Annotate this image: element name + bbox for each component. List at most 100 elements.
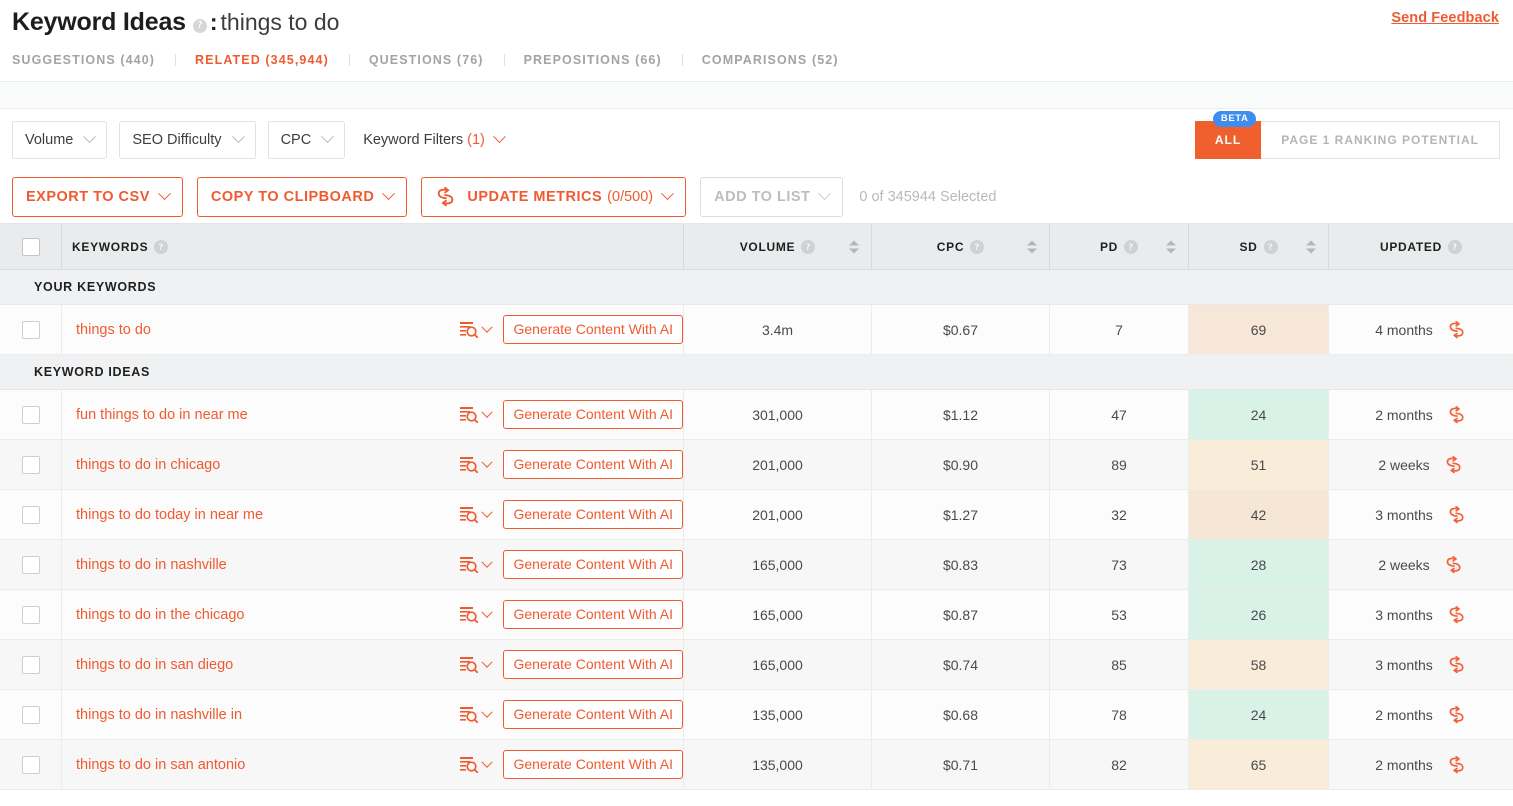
generate-content-with-ai-button[interactable]: Generate Content With AI [503,400,683,429]
tab-comparisons[interactable]: COMPARISONS (52) [681,53,859,67]
refresh-icon[interactable] [1447,705,1467,724]
keyword-link[interactable]: things to do today in near me [76,507,263,523]
table-row[interactable]: things to do in nashville in Generate Con… [0,690,1513,740]
help-icon[interactable]: ? [970,239,985,254]
toggle-page1-ranking-potential[interactable]: PAGE 1 RANKING POTENTIAL [1261,121,1500,159]
row-checkbox[interactable] [21,455,40,474]
filter-cpc[interactable]: CPC [267,121,346,159]
chevron-down-icon[interactable] [481,606,494,618]
tab-prepositions[interactable]: PREPOSITIONS (66) [503,53,682,67]
sort-sd-icon[interactable] [1306,240,1316,253]
table-row[interactable]: things to do in san diego Generate Conten… [0,640,1513,690]
column-header-updated[interactable]: UPDATED ? [1329,224,1513,269]
row-checkbox[interactable] [21,320,40,339]
filter-keyword-filters[interactable]: Keyword Filters (1) [363,130,506,148]
generate-content-with-ai-button[interactable]: Generate Content With AI [503,315,683,344]
help-icon[interactable]: ? [1448,239,1462,254]
table-row[interactable]: fun things to do in near me Generate Cont… [0,390,1513,440]
row-checkbox[interactable] [21,655,40,674]
keyword-link[interactable]: things to do in the chicago [76,607,244,623]
generate-content-with-ai-button[interactable]: Generate Content With AI [503,600,683,629]
serp-analysis-icon[interactable] [460,656,479,673]
generate-content-with-ai-button[interactable]: Generate Content With AI [503,650,683,679]
updated-cell: 2 months [1329,390,1513,439]
sort-cpc-icon[interactable] [1027,240,1037,253]
generate-content-with-ai-button[interactable]: Generate Content With AI [503,500,683,529]
refresh-icon[interactable] [1444,555,1464,574]
refresh-icon[interactable] [1447,505,1467,524]
chevron-down-icon[interactable] [481,756,494,768]
help-icon[interactable]: ? [1124,239,1139,254]
keyword-link[interactable]: things to do in san antonio [76,757,245,773]
update-metrics-button[interactable]: UPDATE METRICS (0/500) [421,177,687,217]
table-row[interactable]: things to do today in near me Generate Co… [0,490,1513,540]
select-all-checkbox[interactable] [21,237,40,256]
keyword-link[interactable]: things to do [76,322,151,338]
generate-content-with-ai-button[interactable]: Generate Content With AI [503,750,683,779]
export-to-csv-button[interactable]: EXPORT TO CSV [12,177,183,217]
updated-cell: 3 months [1329,490,1513,539]
tab-questions[interactable]: QUESTIONS (76) [348,53,504,67]
help-icon[interactable]: ? [192,18,207,33]
row-checkbox[interactable] [21,755,40,774]
help-icon[interactable]: ? [154,239,169,254]
refresh-icon[interactable] [1447,605,1467,624]
sort-pd-icon[interactable] [1166,240,1176,253]
column-header-volume[interactable]: VOLUME ? [684,224,872,269]
row-checkbox[interactable] [21,605,40,624]
chevron-down-icon[interactable] [481,456,494,468]
refresh-icon[interactable] [1444,455,1464,474]
keyword-cell: things to do in san diego Generate Conten… [62,640,684,689]
row-checkbox[interactable] [21,505,40,524]
serp-analysis-icon[interactable] [460,406,479,423]
row-checkbox[interactable] [21,705,40,724]
keyword-link[interactable]: things to do in nashville in [76,707,242,723]
table-row[interactable]: things to do in the chicago Generate Cont… [0,590,1513,640]
refresh-icon[interactable] [1447,320,1467,339]
serp-analysis-icon[interactable] [460,706,479,723]
refresh-icon[interactable] [1447,655,1467,674]
refresh-icon[interactable] [1447,755,1467,774]
keyword-link[interactable]: fun things to do in near me [76,407,248,423]
help-icon[interactable]: ? [1263,239,1278,254]
chevron-down-icon[interactable] [481,556,494,568]
generate-content-with-ai-button[interactable]: Generate Content With AI [503,450,683,479]
serp-analysis-icon[interactable] [460,456,479,473]
send-feedback-link[interactable]: Send Feedback [1391,10,1499,26]
sort-volume-icon[interactable] [849,240,859,253]
generate-content-with-ai-button[interactable]: Generate Content With AI [503,700,683,729]
row-checkbox[interactable] [21,555,40,574]
table-row[interactable]: things to do Generate Content With AI 3.4m… [0,305,1513,355]
table-row[interactable]: things to do in san antonio Generate Cont… [0,740,1513,790]
filter-keyword-filters-count: (1) [467,132,485,148]
column-header-sd[interactable]: SD ? [1189,224,1329,269]
filter-seo-difficulty[interactable]: SEO Difficulty [119,121,256,159]
serp-analysis-icon[interactable] [460,756,479,773]
keyword-link[interactable]: things to do in nashville [76,557,227,573]
serp-analysis-icon[interactable] [460,506,479,523]
add-to-list-button[interactable]: ADD TO LIST [700,177,844,217]
keyword-link[interactable]: things to do in san diego [76,657,233,673]
filter-volume[interactable]: Volume [12,121,108,159]
generate-content-with-ai-button[interactable]: Generate Content With AI [503,550,683,579]
table-row[interactable]: things to do in nashville Generate Conten… [0,540,1513,590]
chevron-down-icon[interactable] [481,321,494,333]
copy-to-clipboard-button[interactable]: COPY TO CLIPBOARD [196,177,408,217]
column-header-cpc[interactable]: CPC ? [872,224,1050,269]
column-header-pd[interactable]: PD ? [1050,224,1189,269]
table-row[interactable]: things to do in chicago Generate Content … [0,440,1513,490]
chevron-down-icon[interactable] [481,656,494,668]
keyword-link[interactable]: things to do in chicago [76,457,220,473]
column-header-keywords[interactable]: KEYWORDS ? [62,224,684,269]
tab-suggestions[interactable]: SUGGESTIONS (440) [12,53,175,67]
tab-related[interactable]: RELATED (345,944) [175,53,349,67]
row-checkbox[interactable] [21,405,40,424]
refresh-icon[interactable] [1447,405,1467,424]
chevron-down-icon[interactable] [481,706,494,718]
chevron-down-icon[interactable] [481,406,494,418]
serp-analysis-icon[interactable] [460,321,479,338]
serp-analysis-icon[interactable] [460,606,479,623]
serp-analysis-icon[interactable] [460,556,479,573]
chevron-down-icon[interactable] [481,506,494,518]
help-icon[interactable]: ? [801,239,816,254]
